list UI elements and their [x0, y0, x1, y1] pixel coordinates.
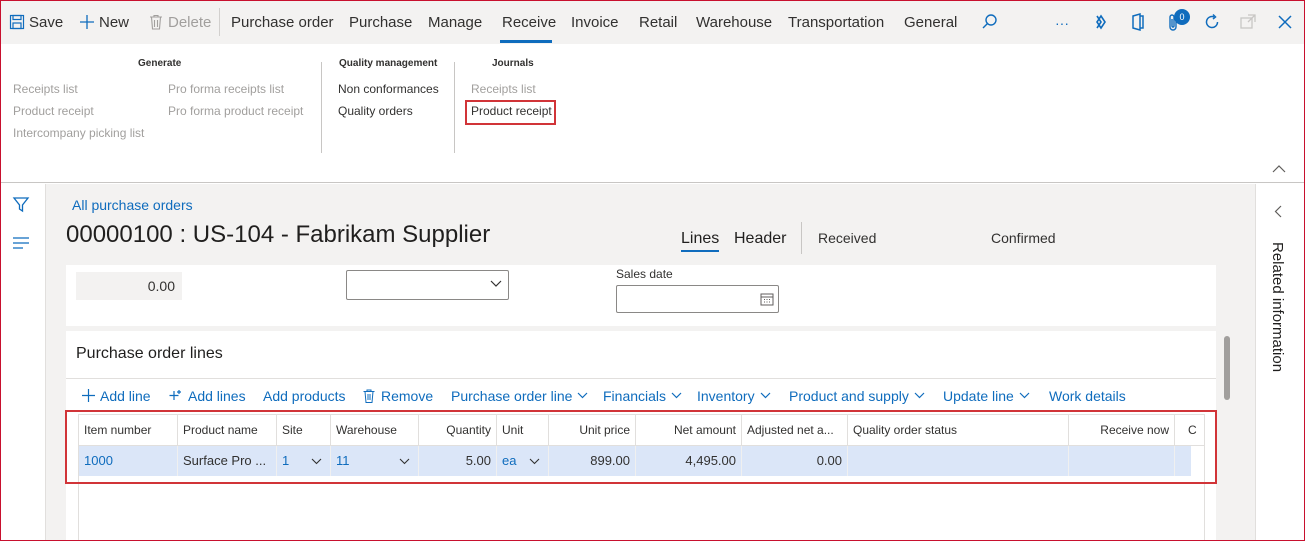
open-new-window-icon[interactable] [1238, 12, 1258, 32]
delete-button[interactable]: Delete [149, 0, 211, 44]
work-details-button[interactable]: Work details [1049, 388, 1126, 404]
add-multiple-icon [169, 390, 181, 400]
filter-icon[interactable] [12, 196, 30, 214]
quality-orders-link[interactable]: Quality orders [338, 104, 413, 118]
update-line-menu[interactable]: Update line [943, 388, 1030, 404]
tab-invoice[interactable]: Invoice [571, 0, 619, 44]
related-information-pane: Related information [1255, 184, 1305, 541]
close-icon[interactable] [1275, 12, 1295, 32]
add-lines-button[interactable]: Add lines [169, 388, 246, 404]
purchase-order-line-menu[interactable]: Purchase order line [451, 388, 588, 404]
group-title-generate: Generate [138, 58, 182, 69]
amount-field: 0.00 [76, 272, 182, 300]
tab-lines[interactable]: Lines [681, 230, 719, 248]
chevron-down-icon [1019, 392, 1030, 399]
tab-retail[interactable]: Retail [639, 0, 677, 44]
save-label: Save [29, 14, 64, 31]
save-icon [9, 14, 25, 30]
trash-icon [150, 14, 162, 30]
collapse-ribbon-icon[interactable] [1271, 164, 1287, 174]
chevron-down-icon [671, 392, 682, 399]
list-icon[interactable] [12, 236, 30, 250]
related-information-toggle[interactable]: Related information [1269, 242, 1291, 392]
add-line-button[interactable]: Add line [82, 388, 151, 404]
command-bar: Save New Delete Purchase order Purchase … [0, 0, 1305, 44]
new-label: New [99, 14, 130, 31]
related-information-label: Related information [1269, 242, 1286, 373]
tab-general[interactable]: General [904, 0, 957, 44]
inventory-label: Inventory [697, 388, 755, 404]
office-icon[interactable] [1128, 12, 1148, 32]
vertical-scrollbar[interactable] [1224, 336, 1230, 400]
trash-icon [363, 389, 375, 403]
section-divider [66, 378, 1216, 379]
new-button[interactable]: New [79, 0, 129, 44]
active-view-indicator [681, 250, 719, 252]
lines-section-title: Purchase order lines [76, 345, 223, 362]
refresh-icon[interactable] [1202, 12, 1222, 32]
generate-pro-forma-receipts-list[interactable]: Pro forma receipts list [168, 82, 284, 96]
chevron-down-icon [577, 392, 588, 399]
breadcrumb[interactable]: All purchase orders [72, 197, 193, 213]
toolbar-divider [219, 8, 220, 36]
left-nav [0, 184, 46, 541]
page-title: 00000100 : US-104 - Fabrikam Supplier [66, 221, 491, 248]
chevron-down-icon [490, 280, 502, 287]
chevron-down-icon [914, 392, 925, 399]
active-tab-indicator [500, 40, 552, 43]
attachment-count-badge: 0 [1174, 9, 1190, 25]
status-received: Received [818, 230, 877, 246]
add-line-label: Add line [100, 388, 151, 404]
generate-product-receipt[interactable]: Product receipt [13, 104, 94, 118]
generate-pro-forma-product-receipt[interactable]: Pro forma product receipt [168, 104, 303, 118]
sales-date-label: Sales date [616, 267, 673, 281]
chevron-down-icon [760, 392, 771, 399]
group-title-journals: Journals [492, 58, 534, 69]
diamond-icon[interactable] [1091, 12, 1111, 32]
calendar-icon[interactable] [760, 292, 774, 306]
tab-header[interactable]: Header [734, 230, 786, 248]
tab-transportation[interactable]: Transportation [788, 0, 884, 44]
tab-manage[interactable]: Manage [428, 0, 482, 44]
tab-receive[interactable]: Receive [502, 0, 556, 44]
save-button[interactable]: Save [9, 0, 63, 44]
purchase-order-line-label: Purchase order line [451, 388, 573, 404]
tab-warehouse[interactable]: Warehouse [696, 0, 772, 44]
plus-icon [80, 15, 94, 29]
generate-receipts-list[interactable]: Receipts list [13, 82, 78, 96]
tab-purchase[interactable]: Purchase [349, 0, 412, 44]
more-options-button[interactable]: ··· [1055, 0, 1069, 44]
financials-menu[interactable]: Financials [603, 388, 682, 404]
ribbon-group-divider [321, 62, 322, 153]
remove-label: Remove [381, 388, 434, 404]
highlight-box [65, 410, 1217, 484]
journals-receipts-list[interactable]: Receipts list [471, 82, 536, 96]
add-products-button[interactable]: Add products [263, 388, 346, 404]
delete-label: Delete [168, 14, 212, 31]
search-icon[interactable] [980, 12, 1000, 32]
product-and-supply-menu[interactable]: Product and supply [789, 388, 925, 404]
non-conformances-link[interactable]: Non conformances [338, 82, 439, 96]
attachments-button[interactable]: 0 [1165, 9, 1190, 33]
inventory-menu[interactable]: Inventory [697, 388, 771, 404]
status-confirmed: Confirmed [991, 230, 1056, 246]
ribbon-panel: Generate Receipts list Product receipt I… [0, 44, 1305, 183]
update-line-label: Update line [943, 388, 1014, 404]
plus-icon [82, 389, 95, 402]
sales-date-field[interactable] [616, 285, 779, 313]
status-divider [801, 222, 802, 254]
chevron-left-icon[interactable] [1274, 205, 1282, 218]
highlight-box [465, 100, 556, 125]
group-title-quality-management: Quality management [339, 58, 438, 69]
product-and-supply-label: Product and supply [789, 388, 909, 404]
add-lines-label: Add lines [188, 388, 246, 404]
financials-label: Financials [603, 388, 667, 404]
dropdown-field[interactable] [346, 270, 509, 300]
remove-button[interactable]: Remove [363, 388, 433, 404]
tab-purchase-order[interactable]: Purchase order [231, 0, 334, 44]
ribbon-group-divider [454, 62, 455, 153]
generate-intercompany-picking-list[interactable]: Intercompany picking list [13, 126, 144, 140]
